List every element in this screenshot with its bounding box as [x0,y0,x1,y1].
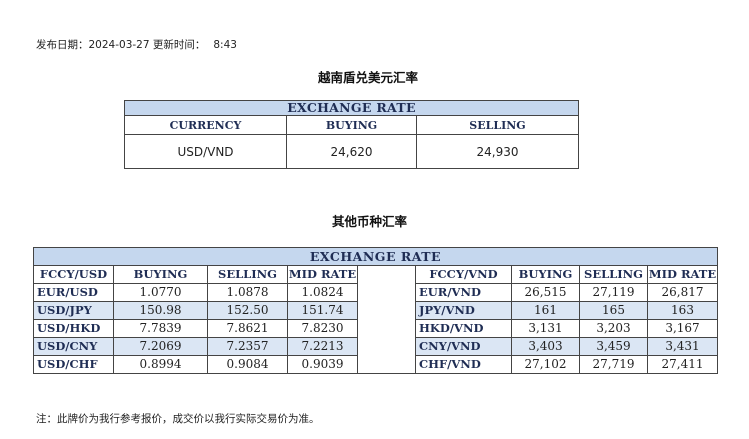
table-row: USD/CNY 7.2069 7.2357 7.2213 CNY/VND 3,4… [33,337,718,356]
buying-cell: 1.0770 [113,283,208,302]
column-header-buying: BUYING [511,265,580,284]
spacer-cell [357,283,416,302]
column-header-selling: SELLING [415,115,580,135]
pair-cell: USD/JPY [33,301,114,320]
table-row: USD/JPY 150.98 152.50 151.74 JPY/VND 161… [33,301,718,320]
pair-cell: JPY/VND [415,301,512,320]
publish-date-label: 发布日期： [36,39,89,51]
mid-cell: 163 [647,301,718,320]
column-header-fccy-usd: FCCY/USD [33,265,114,284]
pair-cell: USD/CNY [33,337,114,356]
currency-cell: USD/VND [124,134,287,169]
disclaimer-note: 注：此牌价为我行参考报价，成交价以我行实际交易价为准。 [36,413,320,425]
pair-cell: CNY/VND [415,337,512,356]
mid-cell: 7.8230 [287,319,358,338]
usd-section-title: 越南盾兑美元汇率 [318,70,419,85]
pair-cell: USD/HKD [33,319,114,338]
table-header: EXCHANGE RATE [33,247,718,266]
column-header-currency: CURRENCY [124,115,287,135]
column-header-buying: BUYING [286,115,417,135]
other-rates-table: EXCHANGE RATE FCCY/USD BUYING SELLING MI… [33,247,718,374]
buying-cell: 27,102 [511,355,580,374]
table-row: USD/HKD 7.7839 7.8621 7.8230 HKD/VND 3,1… [33,319,718,338]
selling-cell: 27,719 [579,355,648,374]
usd-vnd-rate-table: EXCHANGE RATE CURRENCY BUYING SELLING US… [123,100,580,169]
selling-cell: 152.50 [207,301,288,320]
spacer-cell [357,355,416,374]
column-header-buying: BUYING [113,265,208,284]
mid-cell: 151.74 [287,301,358,320]
selling-cell: 3,459 [579,337,648,356]
buying-cell: 3,403 [511,337,580,356]
column-header-selling: SELLING [579,265,648,284]
mid-cell: 7.2213 [287,337,358,356]
other-section-title: 其他币种汇率 [332,214,408,229]
pair-cell: HKD/VND [415,319,512,338]
publish-info: 发布日期：2024-03-27 更新时间： 8:43 [36,37,237,52]
buying-cell: 150.98 [113,301,208,320]
spacer-cell [357,337,416,356]
mid-cell: 26,817 [647,283,718,302]
selling-cell: 1.0878 [207,283,288,302]
selling-cell: 24,930 [415,134,580,169]
pair-cell: EUR/VND [415,283,512,302]
buying-cell: 7.7839 [113,319,208,338]
pair-cell: CHF/VND [415,355,512,374]
buying-cell: 26,515 [511,283,580,302]
spacer-cell [357,265,416,284]
column-header-mid-rate: MID RATE [647,265,718,284]
selling-cell: 7.8621 [207,319,288,338]
column-header-selling: SELLING [207,265,288,284]
spacer-cell [357,319,416,338]
mid-cell: 3,167 [647,319,718,338]
column-header-mid-rate: MID RATE [287,265,358,284]
selling-cell: 7.2357 [207,337,288,356]
mid-cell: 0.9039 [287,355,358,374]
buying-cell: 7.2069 [113,337,208,356]
selling-cell: 27,119 [579,283,648,302]
column-header-fccy-vnd: FCCY/VND [415,265,512,284]
mid-cell: 1.0824 [287,283,358,302]
buying-cell: 161 [511,301,580,320]
update-time-label: 更新时间： [152,39,206,51]
mid-cell: 27,411 [647,355,718,374]
pair-cell: EUR/USD [33,283,114,302]
selling-cell: 165 [579,301,648,320]
pair-cell: USD/CHF [33,355,114,374]
buying-cell: 0.8994 [113,355,208,374]
publish-date: 2024-03-27 [88,39,150,51]
buying-cell: 24,620 [286,134,417,169]
table-row: USD/VND 24,620 24,930 [124,134,580,169]
table-row: EUR/USD 1.0770 1.0878 1.0824 EUR/VND 26,… [33,283,718,302]
table-header: EXCHANGE RATE [123,100,580,116]
buying-cell: 3,131 [511,319,580,338]
table-row: USD/CHF 0.8994 0.9084 0.9039 CHF/VND 27,… [33,355,718,374]
mid-cell: 3,431 [647,337,718,356]
selling-cell: 0.9084 [207,355,288,374]
selling-cell: 3,203 [579,319,648,338]
update-time: 8:43 [213,39,237,51]
spacer-cell [357,301,416,320]
